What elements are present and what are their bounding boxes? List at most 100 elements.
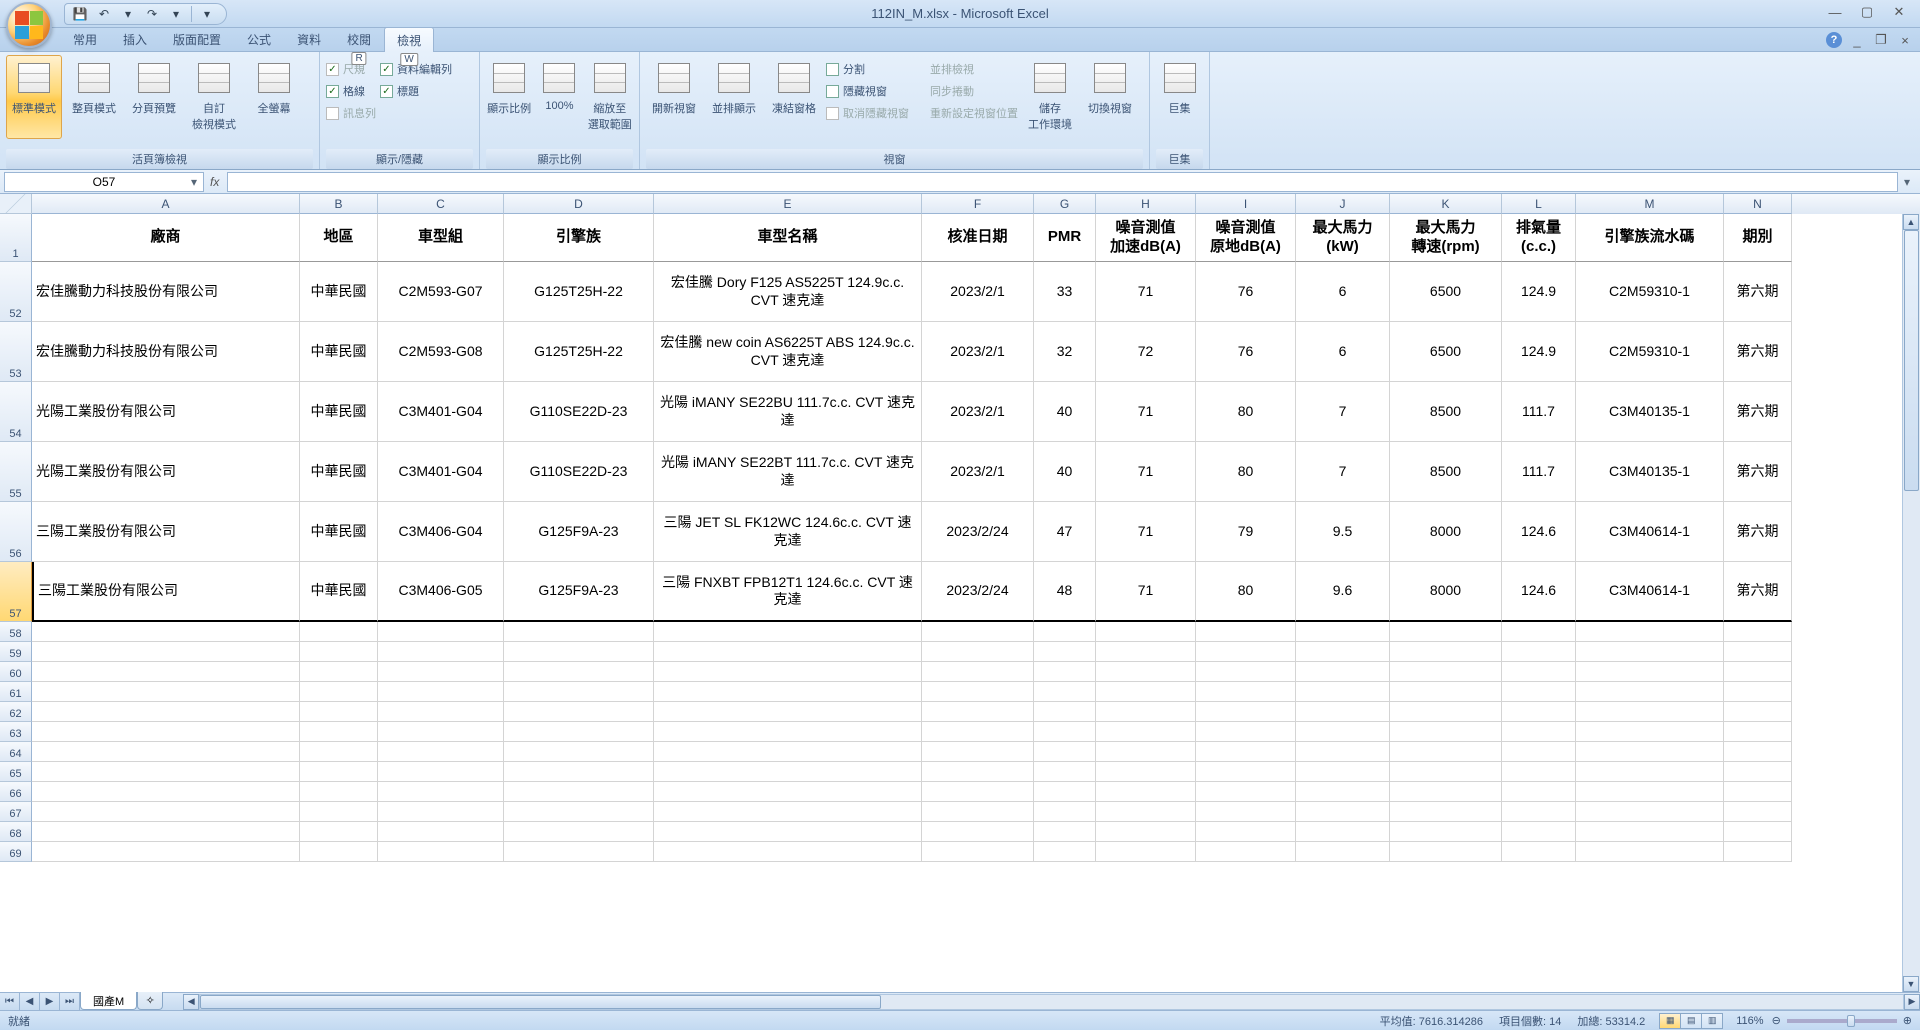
cell[interactable] xyxy=(1034,742,1096,762)
fx-icon[interactable]: fx xyxy=(210,175,219,189)
column-header-D[interactable]: D xyxy=(504,194,654,214)
cell[interactable] xyxy=(378,662,504,682)
cell[interactable] xyxy=(922,782,1034,802)
cell[interactable] xyxy=(654,842,922,862)
cell[interactable] xyxy=(1724,802,1792,822)
minimize-button[interactable]: — xyxy=(1820,2,1850,22)
cell[interactable] xyxy=(1034,762,1096,782)
cell[interactable]: C3M40135-1 xyxy=(1576,442,1724,502)
doc-close-button[interactable]: × xyxy=(1896,33,1914,47)
cell[interactable] xyxy=(300,682,378,702)
cell[interactable]: C2M59310-1 xyxy=(1576,322,1724,382)
row-header[interactable]: 54 xyxy=(0,382,32,442)
cell[interactable]: 中華民國 xyxy=(300,442,378,502)
scroll-thumb[interactable] xyxy=(1904,230,1919,491)
cell[interactable] xyxy=(1096,722,1196,742)
cell[interactable] xyxy=(1724,722,1792,742)
cell[interactable] xyxy=(32,682,300,702)
cell[interactable] xyxy=(1296,842,1390,862)
cell[interactable] xyxy=(1096,822,1196,842)
tab-公式[interactable]: 公式 xyxy=(234,26,284,51)
cell[interactable] xyxy=(378,722,504,742)
cell[interactable]: 2023/2/1 xyxy=(922,442,1034,502)
cell[interactable] xyxy=(1724,842,1792,862)
cell[interactable] xyxy=(1576,622,1724,642)
cell[interactable] xyxy=(1034,642,1096,662)
view-page-layout-button[interactable]: ▤ xyxy=(1680,1013,1702,1029)
qat-customize-icon[interactable]: ▾ xyxy=(198,5,216,23)
zoom-out-button[interactable]: ⊖ xyxy=(1772,1014,1781,1027)
cell[interactable] xyxy=(1576,722,1724,742)
cell[interactable] xyxy=(378,822,504,842)
cell[interactable]: 中華民國 xyxy=(300,322,378,382)
cell[interactable]: 6500 xyxy=(1390,322,1502,382)
cell[interactable] xyxy=(1502,802,1576,822)
tab-常用[interactable]: 常用 xyxy=(60,26,110,51)
cell[interactable] xyxy=(1502,822,1576,842)
cell[interactable]: 宏佳騰動力科技股份有限公司 xyxy=(32,262,300,322)
cell[interactable]: 三陽工業股份有限公司 xyxy=(32,502,300,562)
ribbon-button[interactable]: 100% xyxy=(536,55,582,139)
cell[interactable]: 80 xyxy=(1196,442,1296,502)
cell[interactable] xyxy=(1196,842,1296,862)
cell[interactable]: 71 xyxy=(1096,562,1196,622)
cell[interactable]: C3M401-G04 xyxy=(378,382,504,442)
cell[interactable]: 9.6 xyxy=(1296,562,1390,622)
redo-dd-icon[interactable]: ▾ xyxy=(167,5,185,23)
checkbox-標題[interactable]: ✓標題 xyxy=(380,81,452,101)
cell[interactable] xyxy=(378,782,504,802)
cell[interactable] xyxy=(504,662,654,682)
cell[interactable] xyxy=(1096,782,1196,802)
cell[interactable]: G125F9A-23 xyxy=(504,502,654,562)
cell[interactable] xyxy=(1724,622,1792,642)
checkbox-隱藏視窗[interactable]: 隱藏視窗 xyxy=(826,81,909,101)
column-header-I[interactable]: I xyxy=(1196,194,1296,214)
cell[interactable] xyxy=(504,702,654,722)
cell[interactable] xyxy=(654,622,922,642)
header-cell[interactable]: 最大馬力 (kW) xyxy=(1296,214,1390,262)
cell[interactable] xyxy=(1296,822,1390,842)
cell[interactable] xyxy=(1196,762,1296,782)
cell[interactable]: C2M593-G07 xyxy=(378,262,504,322)
cell[interactable] xyxy=(1502,782,1576,802)
cell[interactable] xyxy=(1296,722,1390,742)
cell[interactable] xyxy=(1390,802,1502,822)
cell[interactable] xyxy=(922,702,1034,722)
cell[interactable] xyxy=(654,762,922,782)
cell[interactable] xyxy=(1576,842,1724,862)
cell[interactable]: C2M593-G08 xyxy=(378,322,504,382)
cell[interactable]: G125T25H-22 xyxy=(504,262,654,322)
header-cell[interactable]: 車型名稱 xyxy=(654,214,922,262)
select-all-button[interactable] xyxy=(0,194,32,214)
cell[interactable]: 124.6 xyxy=(1502,562,1576,622)
cell[interactable] xyxy=(1196,782,1296,802)
cell[interactable]: 宏佳騰 Dory F125 AS5225T 124.9c.c. CVT 速克達 xyxy=(654,262,922,322)
header-cell[interactable]: 排氣量 (c.c.) xyxy=(1502,214,1576,262)
cell[interactable] xyxy=(1724,642,1792,662)
cell[interactable] xyxy=(1390,662,1502,682)
checkbox-分割[interactable]: 分割 xyxy=(826,59,909,79)
cell[interactable] xyxy=(922,762,1034,782)
cell[interactable]: G110SE22D-23 xyxy=(504,442,654,502)
cell[interactable] xyxy=(1576,762,1724,782)
cell[interactable] xyxy=(1724,662,1792,682)
cell[interactable] xyxy=(1576,802,1724,822)
cell[interactable]: 32 xyxy=(1034,322,1096,382)
cell[interactable] xyxy=(1296,782,1390,802)
header-cell[interactable]: 引擎族流水碼 xyxy=(1576,214,1724,262)
cell[interactable] xyxy=(32,822,300,842)
cell[interactable]: 8000 xyxy=(1390,502,1502,562)
column-header-H[interactable]: H xyxy=(1096,194,1196,214)
cell[interactable] xyxy=(1390,702,1502,722)
row-header[interactable]: 64 xyxy=(0,742,32,762)
cell[interactable] xyxy=(1096,842,1196,862)
cell[interactable] xyxy=(1576,782,1724,802)
formula-input[interactable] xyxy=(227,172,1898,192)
cell[interactable] xyxy=(1576,642,1724,662)
cell[interactable]: 33 xyxy=(1034,262,1096,322)
cell[interactable]: G110SE22D-23 xyxy=(504,382,654,442)
row-header[interactable]: 55 xyxy=(0,442,32,502)
cell[interactable] xyxy=(654,702,922,722)
cell[interactable]: 第六期 xyxy=(1724,382,1792,442)
zoom-thumb[interactable] xyxy=(1847,1015,1855,1027)
